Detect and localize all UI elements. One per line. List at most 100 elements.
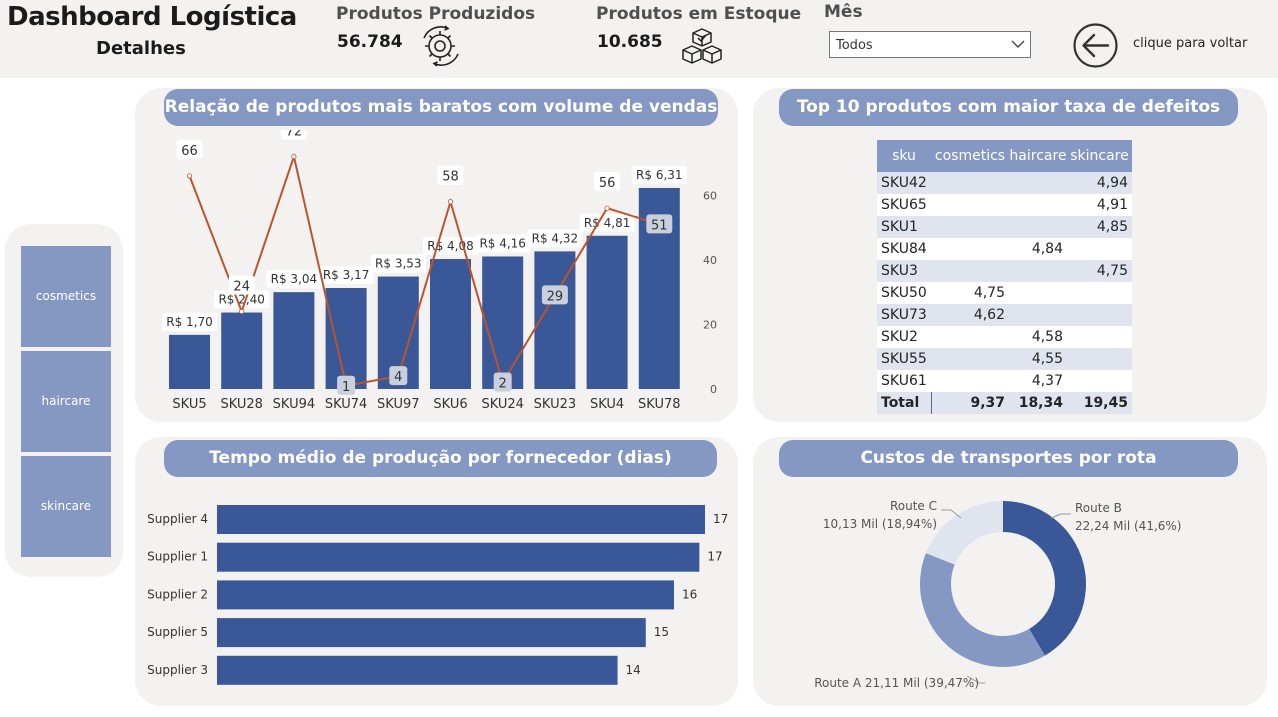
line-point[interactable] xyxy=(186,173,193,179)
table-cell-value: 4,58 xyxy=(1009,326,1067,348)
bar-value-label: R$ 3,17 xyxy=(323,268,370,282)
col-header-sku[interactable]: sku xyxy=(877,140,931,172)
y-tick-label: Supplier 5 xyxy=(147,625,208,639)
slice-route-c[interactable] xyxy=(925,501,1003,565)
month-filter-select[interactable]: Todos xyxy=(829,31,1031,58)
line-value-label: 51 xyxy=(651,218,668,233)
table-cell-sku: SKU3 xyxy=(877,260,931,282)
table-cell-value: 4,84 xyxy=(1009,238,1067,260)
slice-name-label: Route B xyxy=(1075,501,1122,515)
table-row[interactable]: SKU42 4,94 xyxy=(877,172,1132,194)
table-cell-value xyxy=(1067,282,1132,304)
slicer-item-cosmetics[interactable]: cosmetics xyxy=(21,246,111,347)
chevron-down-icon xyxy=(1011,40,1025,48)
leader-line xyxy=(1050,513,1071,519)
bar-SKU6[interactable] xyxy=(430,259,471,389)
table-row[interactable]: SKU65 4,91 xyxy=(877,194,1132,216)
slice-name-label: Route C xyxy=(890,499,937,513)
kpi-stock-value: 10.685 xyxy=(597,32,663,52)
table-row[interactable]: SKU3 4,75 xyxy=(877,260,1132,282)
table-cell-value: 4,94 xyxy=(1067,172,1132,194)
table-cell-value: 4,37 xyxy=(1009,370,1067,392)
kpi-stock-label: Produtos em Estoque xyxy=(596,4,802,24)
table-cell-sku: SKU61 xyxy=(877,370,931,392)
slicer-item-skincare[interactable]: skincare xyxy=(21,456,111,557)
price-sales-title: Relação de produtos mais baratos com vol… xyxy=(164,89,718,126)
table-cell-value: 4,91 xyxy=(1067,194,1132,216)
bar-supplier-5[interactable] xyxy=(217,618,646,648)
table-cell-value xyxy=(1009,216,1067,238)
table-row[interactable]: SKU1 4,85 xyxy=(877,216,1132,238)
table-cell-value xyxy=(1009,260,1067,282)
slicer-item-haircare[interactable]: haircare xyxy=(21,351,111,452)
x-tick-label: SKU78 xyxy=(638,397,681,412)
table-row[interactable]: SKU55 4,55 xyxy=(877,348,1132,370)
bar-SKU74[interactable] xyxy=(325,288,367,389)
table-cell-value xyxy=(931,326,1009,348)
bar-value-label: 17 xyxy=(713,512,728,526)
kpi-produced-label: Produtos Produzidos xyxy=(336,4,536,24)
table-row[interactable]: SKU2 4,58 xyxy=(877,326,1132,348)
x-tick-label: SKU94 xyxy=(273,397,316,412)
page-subtitle: Detalhes xyxy=(96,38,186,59)
table-cell-value xyxy=(931,348,1009,370)
line-point[interactable] xyxy=(239,308,245,315)
table-cell-value xyxy=(931,194,1009,216)
y2-tick-label: 60 xyxy=(703,189,717,202)
bar-supplier-4[interactable] xyxy=(217,505,705,534)
y2-tick-label: 20 xyxy=(703,318,717,331)
bar-supplier-2[interactable] xyxy=(217,580,674,610)
production-time-bar-chart: Supplier 4 17 Supplier 1 17 Supplier 2 16 Supp… xyxy=(147,505,728,685)
slice-route-a[interactable] xyxy=(920,553,1045,667)
page-title: Dashboard Logística xyxy=(7,2,297,32)
table-total-value: 18,34 xyxy=(1009,392,1067,414)
month-filter-value: Todos xyxy=(836,38,873,53)
table-row[interactable]: SKU61 4,37 xyxy=(877,370,1132,392)
bar-value-label: 17 xyxy=(707,550,722,564)
col-header-haircare[interactable]: haircare xyxy=(1009,140,1067,172)
line-point[interactable] xyxy=(447,199,454,205)
table-row[interactable]: SKU84 4,84 xyxy=(877,238,1132,260)
back-button[interactable] xyxy=(1072,22,1119,69)
bar-SKU5[interactable] xyxy=(169,334,210,389)
bar-value-label: R$ 3,04 xyxy=(271,272,318,286)
bar-value-label: R$ 2,40 xyxy=(218,293,265,307)
table-cell-value xyxy=(931,260,1009,282)
bar-value-label: R$ 3,53 xyxy=(375,257,422,271)
bar-SKU94[interactable] xyxy=(273,292,315,389)
table-row[interactable]: SKU73 4,62 xyxy=(877,304,1132,326)
x-tick-label: SKU24 xyxy=(481,397,524,412)
table-row[interactable]: SKU50 4,75 xyxy=(877,282,1132,304)
table-cell-value xyxy=(1067,370,1132,392)
slice-route-b[interactable] xyxy=(1003,501,1086,656)
table-cell-sku: SKU55 xyxy=(877,348,931,370)
table-total-label: Total xyxy=(877,392,932,414)
table-total-value: 9,37 xyxy=(931,392,1009,414)
line-value-label: 4 xyxy=(394,370,402,385)
bar-supplier-3[interactable] xyxy=(217,655,618,685)
col-header-cosmetics[interactable]: cosmetics xyxy=(931,140,1009,172)
table-header-row: sku cosmetics haircare skincare xyxy=(877,140,1132,172)
y-tick-label: Supplier 1 xyxy=(147,550,208,564)
x-tick-label: SKU5 xyxy=(172,397,206,412)
col-header-skincare[interactable]: skincare xyxy=(1067,140,1132,172)
table-cell-value xyxy=(931,216,1009,238)
table-cell-value xyxy=(1009,282,1067,304)
line-point[interactable] xyxy=(604,205,610,211)
bar-SKU4[interactable] xyxy=(586,235,628,389)
bar-supplier-1[interactable] xyxy=(217,542,700,572)
bar-SKU24[interactable] xyxy=(482,256,524,389)
line-value-label: 72 xyxy=(286,130,303,140)
slice-value-label: 10,13 Mil (18,94%) xyxy=(823,517,937,531)
x-tick-label: SKU4 xyxy=(590,397,624,412)
header-bar: Dashboard Logística Detalhes Produtos Pr… xyxy=(0,0,1278,78)
line-point[interactable] xyxy=(291,153,297,160)
y2-tick-label: 40 xyxy=(703,254,717,267)
bar-SKU28[interactable] xyxy=(221,312,263,389)
transport-title: Custos de transportes por rota xyxy=(779,440,1238,477)
line-value-label: 2 xyxy=(499,377,507,392)
transport-donut-chart: Route B 22,24 Mil (41,6%) Route A 21,11 Mi… xyxy=(814,499,1181,690)
table-cell-value xyxy=(931,370,1009,392)
y-tick-label: Supplier 4 xyxy=(147,512,208,526)
table-total-row: Total 9,37 18,34 19,45 xyxy=(877,392,1132,414)
